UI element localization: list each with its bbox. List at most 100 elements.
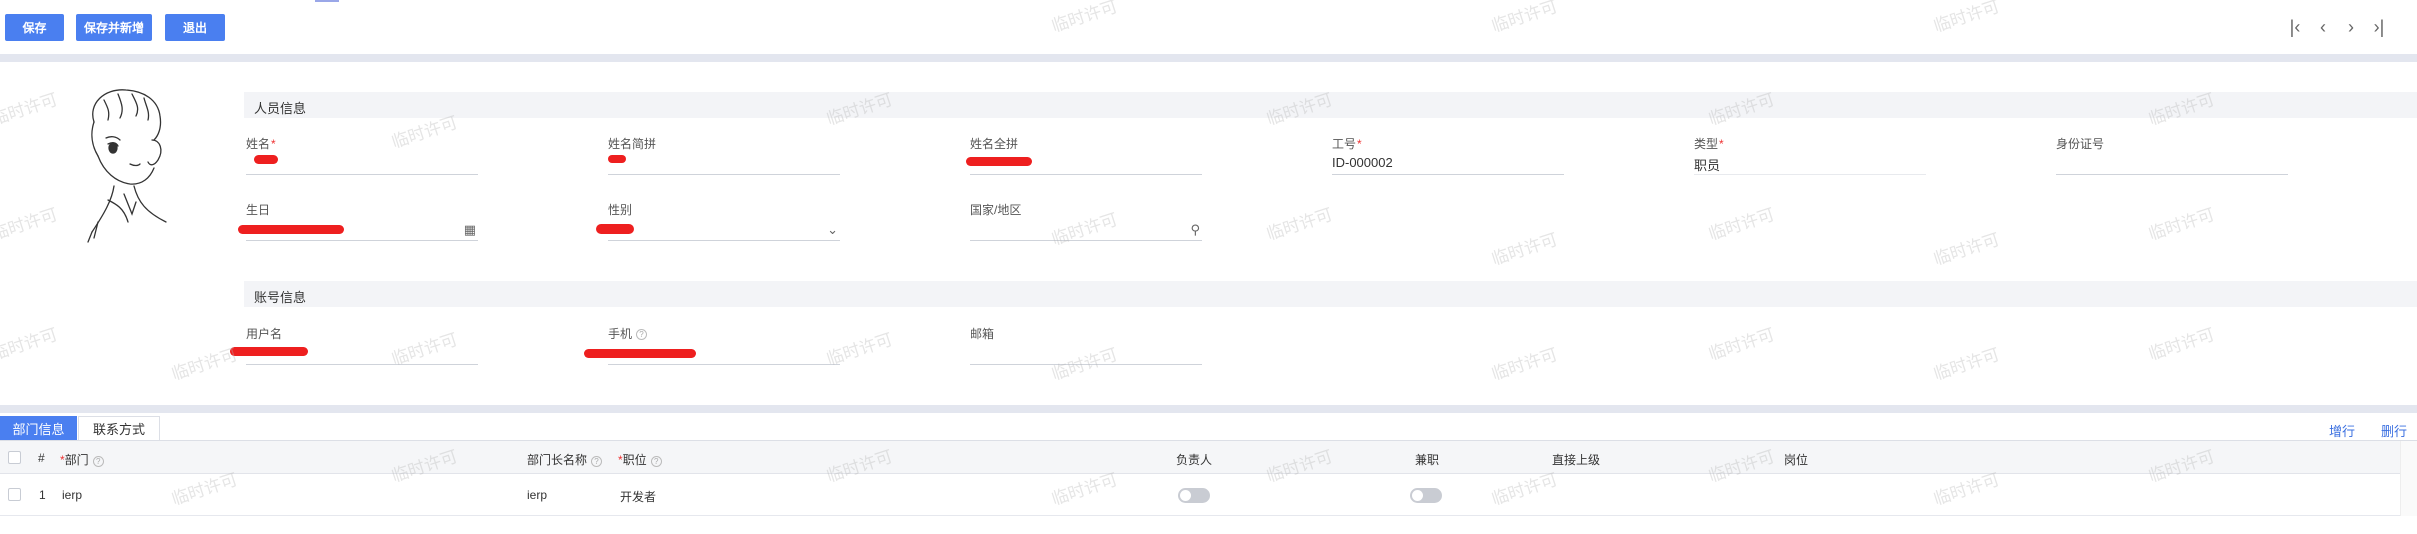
- delete-row-link[interactable]: 删行: [2381, 421, 2407, 440]
- help-icon: ?: [650, 456, 662, 467]
- redaction-mark: [230, 347, 308, 356]
- part-time-toggle[interactable]: [1410, 488, 1442, 503]
- watermark: 临时许可: [0, 204, 60, 244]
- email-field[interactable]: 邮箱: [970, 325, 1202, 365]
- col-post: 岗位: [1784, 453, 1809, 467]
- prev-record-icon[interactable]: ‹: [2315, 17, 2331, 37]
- save-and-new-button[interactable]: 保存并新增: [76, 14, 152, 41]
- redaction-mark: [608, 155, 626, 163]
- id-card-field[interactable]: 身份证号: [2056, 135, 2288, 175]
- country-field[interactable]: 国家/地区 ⚲: [970, 201, 1202, 241]
- help-icon[interactable]: ?: [636, 329, 648, 340]
- person-info-title: 人员信息: [254, 101, 307, 116]
- toolbar: 保存 保存并新增 退出 |‹ ‹ › ›|: [0, 0, 2417, 54]
- watermark: 临时许可: [2146, 204, 2217, 244]
- name-field[interactable]: 姓名*: [246, 135, 478, 175]
- divider-band: [0, 54, 2417, 62]
- row-index: 1: [39, 488, 46, 502]
- name-input[interactable]: [246, 151, 478, 175]
- emp-no-label: 工号: [1332, 137, 1357, 151]
- table-row[interactable]: 1 ierp ierp 开发者: [0, 474, 2400, 516]
- add-row-link[interactable]: 增行: [2329, 421, 2355, 440]
- name-short-field[interactable]: 姓名简拼: [608, 135, 840, 175]
- type-field[interactable]: 类型* 职员: [1694, 135, 1926, 175]
- phone-field[interactable]: 手机?: [608, 325, 840, 365]
- watermark: 临时许可: [1706, 324, 1777, 364]
- watermark: 临时许可: [169, 344, 240, 384]
- watermark: 临时许可: [2146, 324, 2217, 364]
- col-part-time: 兼职: [1415, 453, 1440, 467]
- avatar[interactable]: [74, 82, 174, 244]
- calendar-icon[interactable]: ▦: [464, 222, 476, 238]
- country-input[interactable]: ⚲: [970, 217, 1202, 241]
- first-record-icon[interactable]: |‹: [2287, 17, 2303, 37]
- account-info-title: 账号信息: [254, 290, 307, 305]
- col-dept: *部门?: [60, 451, 104, 468]
- id-card-input[interactable]: [2056, 151, 2288, 175]
- watermark: 临时许可: [1489, 229, 1560, 269]
- redaction-mark: [584, 349, 696, 358]
- account-info-section-header: 账号信息: [244, 281, 2417, 307]
- name-full-label: 姓名全拼: [970, 137, 1019, 151]
- type-label: 类型: [1694, 137, 1719, 151]
- search-icon[interactable]: ⚲: [1190, 222, 1200, 238]
- tab-contact[interactable]: 联系方式: [78, 416, 160, 440]
- name-short-label: 姓名简拼: [608, 137, 657, 151]
- username-label: 用户名: [246, 327, 283, 341]
- gender-label: 性别: [608, 203, 633, 217]
- type-input[interactable]: 职员: [1694, 151, 1926, 175]
- watermark: 临时许可: [1264, 204, 1335, 244]
- record-pager: |‹ ‹ › ›|: [2287, 17, 2387, 37]
- emp-no-field[interactable]: 工号* ID-000002: [1332, 135, 1564, 175]
- table-scrollbar[interactable]: [2400, 441, 2417, 516]
- col-direct-superior: 直接上级: [1552, 453, 1601, 467]
- birthday-label: 生日: [246, 203, 271, 217]
- name-short-input[interactable]: [608, 151, 840, 175]
- row-dept[interactable]: ierp: [62, 488, 82, 502]
- emp-no-input[interactable]: ID-000002: [1332, 151, 1564, 175]
- required-mark: *: [1719, 137, 1724, 151]
- last-record-icon[interactable]: ›|: [2371, 17, 2387, 37]
- tab-dept-info[interactable]: 部门信息: [0, 416, 77, 440]
- watermark: 临时许可: [1489, 344, 1560, 384]
- top-accent-bar: [315, 0, 339, 2]
- watermark: 临时许可: [1931, 344, 2002, 384]
- next-record-icon[interactable]: ›: [2343, 17, 2359, 37]
- email-input[interactable]: [970, 341, 1202, 365]
- help-icon: ?: [591, 456, 603, 467]
- divider-band: [0, 405, 2417, 413]
- help-icon: ?: [92, 456, 104, 467]
- username-field[interactable]: 用户名: [246, 325, 478, 365]
- country-label: 国家/地区: [970, 203, 1022, 217]
- required-mark: *: [271, 137, 276, 151]
- exit-button[interactable]: 退出: [165, 14, 225, 41]
- table-header: # *部门? 部门长名称? *职位? 负责人 兼职 直接上级 岗位: [0, 441, 2400, 474]
- birthday-field[interactable]: 生日 ▦: [246, 201, 478, 241]
- chevron-down-icon[interactable]: ⌄: [827, 222, 838, 238]
- row-position[interactable]: 开发者: [620, 488, 656, 505]
- email-label: 邮箱: [970, 327, 995, 341]
- gender-field[interactable]: 性别 ⌄: [608, 201, 840, 241]
- gender-select[interactable]: ⌄: [608, 217, 840, 241]
- watermark: 临时许可: [1706, 204, 1777, 244]
- id-card-label: 身份证号: [2056, 137, 2105, 151]
- col-dept-head-name: 部门长名称?: [527, 451, 603, 468]
- watermark: 临时许可: [1931, 229, 2002, 269]
- watermark: 临时许可: [0, 89, 60, 129]
- redaction-mark: [596, 224, 634, 234]
- select-all-checkbox[interactable]: [8, 451, 21, 464]
- col-position: *职位?: [618, 451, 662, 468]
- name-label: 姓名: [246, 137, 271, 151]
- name-full-field[interactable]: 姓名全拼: [970, 135, 1202, 175]
- col-leader: 负责人: [1176, 453, 1213, 467]
- required-mark: *: [1357, 137, 1362, 151]
- redaction-mark: [238, 225, 344, 234]
- leader-toggle[interactable]: [1178, 488, 1210, 503]
- row-checkbox[interactable]: [8, 488, 21, 501]
- redaction-mark: [254, 155, 278, 164]
- phone-label: 手机: [608, 327, 633, 341]
- col-index: #: [38, 451, 45, 465]
- row-dept-head-name: ierp: [527, 488, 548, 502]
- save-button[interactable]: 保存: [5, 14, 64, 41]
- redaction-mark: [966, 157, 1032, 166]
